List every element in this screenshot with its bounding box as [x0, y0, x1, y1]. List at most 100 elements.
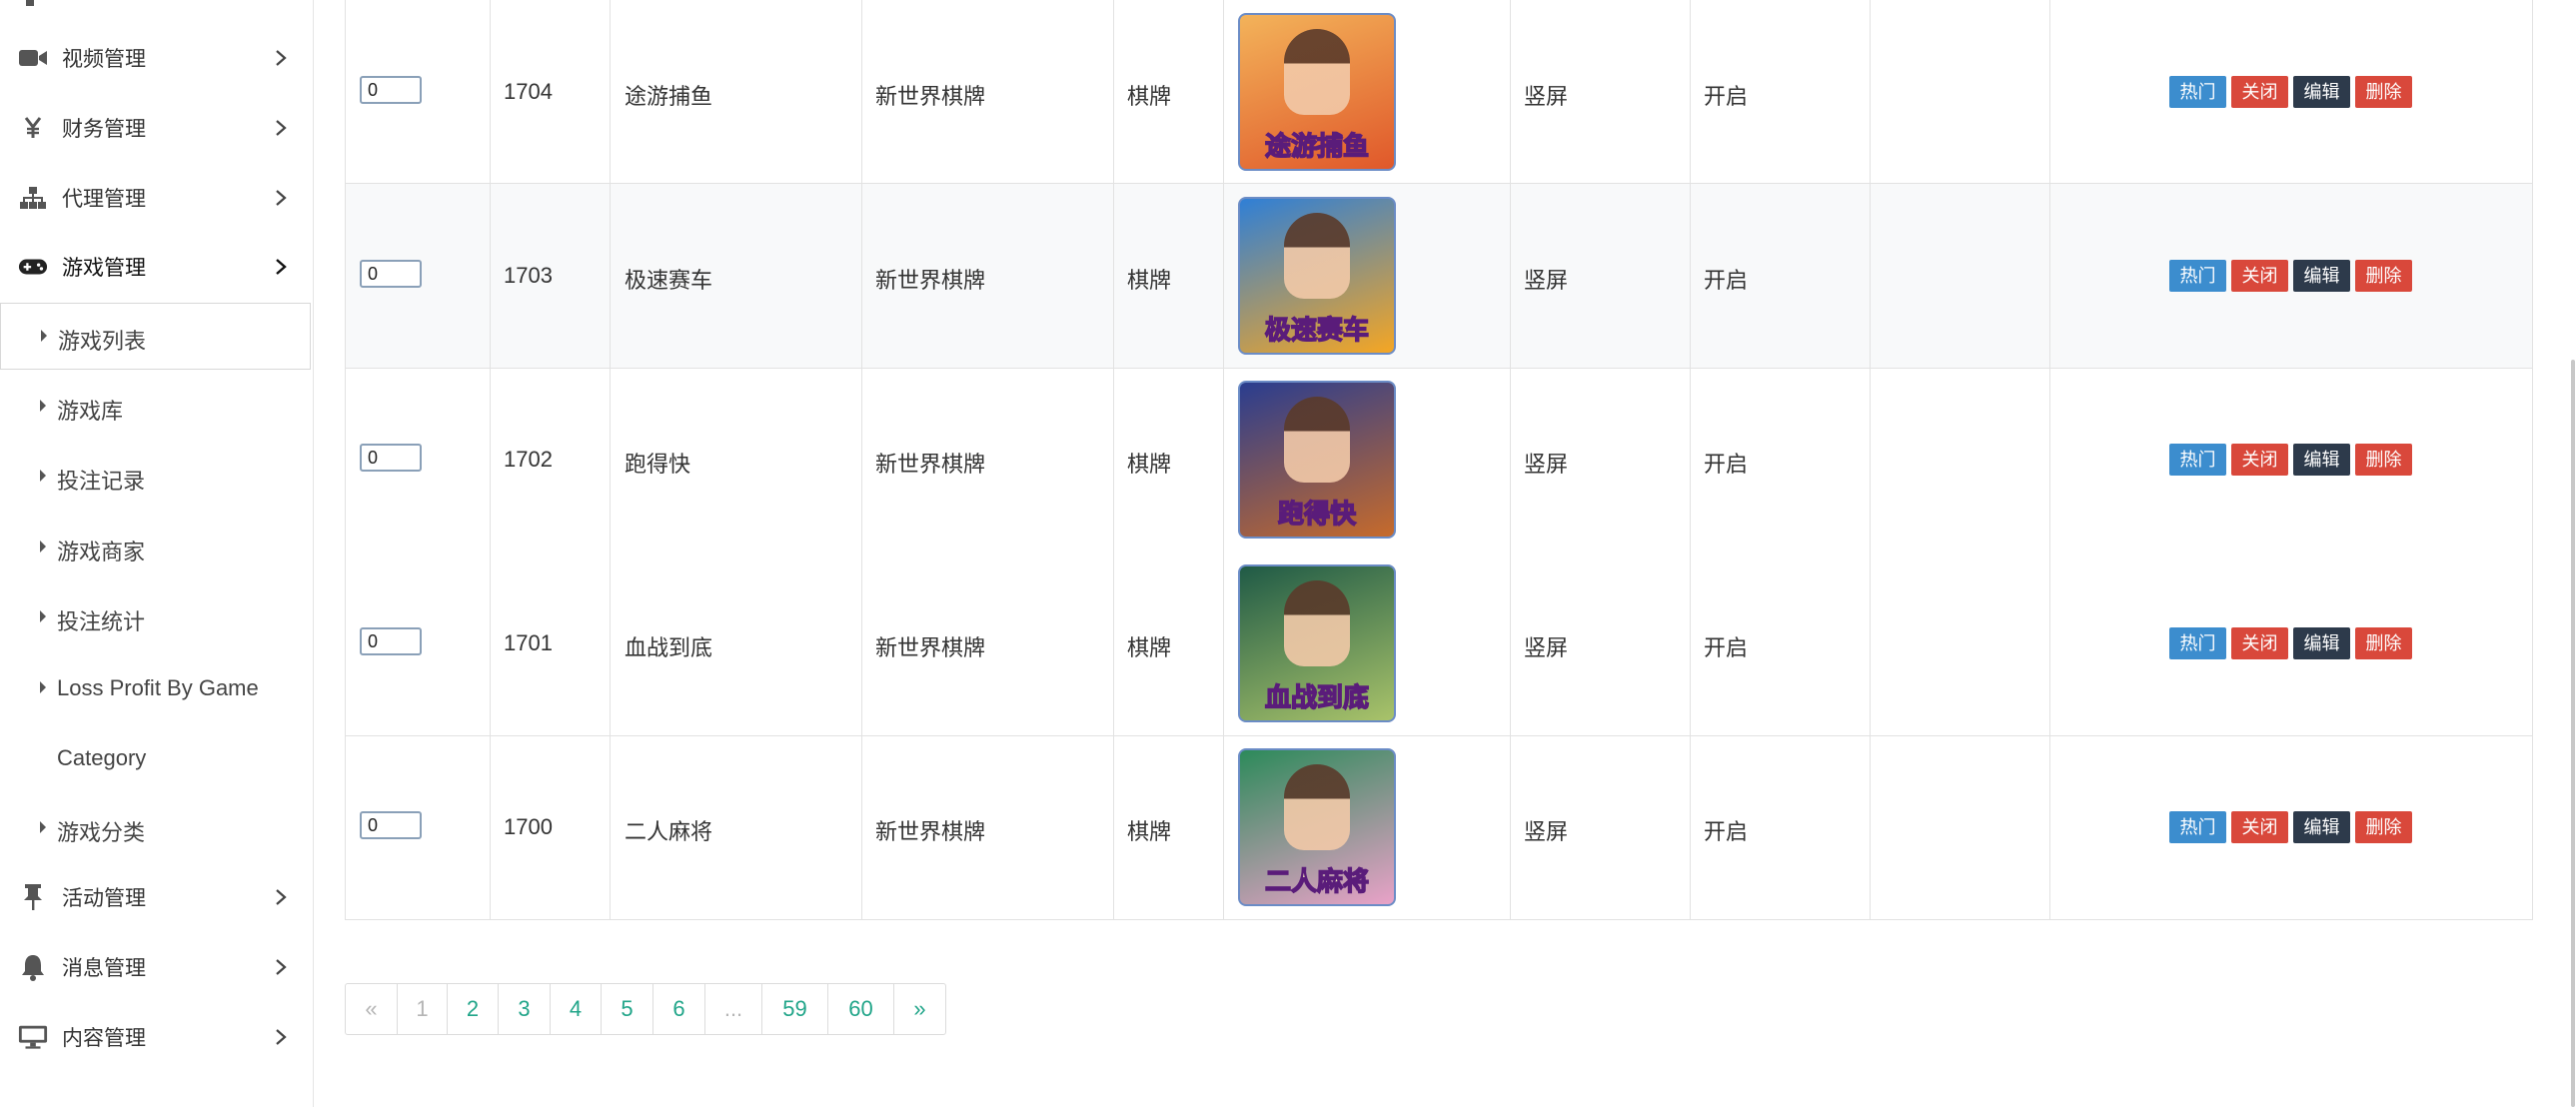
table-divider	[1510, 0, 1511, 920]
pagination-prev[interactable]: «	[346, 984, 398, 1034]
pagination-page[interactable]: 2	[448, 984, 499, 1034]
game-name: 血战到底	[625, 635, 713, 660]
caret-right-icon	[40, 470, 46, 482]
delete-button[interactable]: 删除	[2355, 811, 2412, 843]
delete-button[interactable]: 删除	[2355, 260, 2412, 292]
scrollbar-thumb[interactable]	[2571, 360, 2575, 1107]
game-vendor: 新世界棋牌	[875, 268, 986, 293]
screen-orientation: 竖屏	[1524, 452, 1569, 477]
table-divider	[610, 0, 611, 920]
pagination-next[interactable]: »	[894, 984, 945, 1034]
submenu-game-library[interactable]: 游戏库	[0, 380, 313, 436]
game-vendor: 新世界棋牌	[875, 819, 986, 844]
sidebar-item-content[interactable]: 内容管理	[0, 1009, 313, 1065]
hot-button[interactable]: 热门	[2169, 444, 2226, 476]
chevron-right-icon	[270, 256, 292, 278]
yen-icon	[18, 113, 48, 143]
submenu-loss-profit[interactable]: Loss Profit By Game Category	[0, 661, 313, 781]
caret-right-icon	[40, 541, 46, 553]
sidebar-item-label: 视频管理	[62, 48, 146, 71]
game-id: 1704	[504, 79, 553, 104]
game-type: 棋牌	[1127, 452, 1172, 477]
game-thumbnail: 途游捕鱼	[1238, 13, 1396, 171]
sort-order-input[interactable]	[360, 76, 422, 104]
pagination-page[interactable]: 5	[602, 984, 653, 1034]
pagination-page[interactable]: 1	[398, 984, 448, 1034]
close-button[interactable]: 关闭	[2231, 444, 2288, 476]
desktop-icon	[18, 1022, 48, 1052]
pagination-page[interactable]: 6	[653, 984, 705, 1034]
pagination-page[interactable]: 3	[499, 984, 551, 1034]
delete-button[interactable]: 删除	[2355, 76, 2412, 108]
close-button[interactable]: 关闭	[2231, 627, 2288, 659]
game-type: 棋牌	[1127, 84, 1172, 109]
edit-button[interactable]: 编辑	[2293, 811, 2350, 843]
hot-button[interactable]: 热门	[2169, 76, 2226, 108]
sidebar-item-video[interactable]: 视频管理	[0, 30, 313, 86]
screen-orientation: 竖屏	[1524, 635, 1569, 660]
pagination-page[interactable]: 60	[828, 984, 894, 1034]
sidebar-item-games[interactable]: 游戏管理	[0, 239, 313, 295]
submenu-bet-stats[interactable]: 投注统计	[0, 590, 313, 646]
pagination-page[interactable]: 4	[551, 984, 602, 1034]
submenu-label: 游戏库	[57, 399, 124, 424]
game-type: 棋牌	[1127, 635, 1172, 660]
screen-orientation: 竖屏	[1524, 819, 1569, 844]
game-status: 开启	[1704, 819, 1749, 844]
close-button[interactable]: 关闭	[2231, 260, 2288, 292]
chevron-right-icon	[270, 117, 292, 139]
submenu-label: 游戏商家	[57, 540, 146, 564]
delete-button[interactable]: 删除	[2355, 627, 2412, 659]
sidebar-item-activities[interactable]: 活动管理	[0, 869, 313, 925]
edit-button[interactable]: 编辑	[2293, 444, 2350, 476]
sitemap-icon	[18, 183, 48, 213]
sidebar-item-label: 游戏管理	[62, 257, 146, 280]
hot-button[interactable]: 热门	[2169, 627, 2226, 659]
game-status: 开启	[1704, 452, 1749, 477]
thumbnail-title: 极速赛车	[1264, 314, 1370, 346]
table-divider	[861, 0, 862, 920]
sort-order-input[interactable]	[360, 260, 422, 288]
submenu-bet-records[interactable]: 投注记录	[0, 450, 313, 506]
hot-button[interactable]: 热门	[2169, 260, 2226, 292]
submenu-game-list[interactable]: 游戏列表	[0, 303, 311, 370]
game-thumbnail: 二人麻将	[1238, 748, 1396, 906]
screen-orientation: 竖屏	[1524, 268, 1569, 293]
submenu-game-vendors[interactable]: 游戏商家	[0, 521, 313, 576]
caret-right-icon	[40, 400, 46, 412]
pagination-page[interactable]: 59	[762, 984, 828, 1034]
sort-order-input[interactable]	[360, 811, 422, 839]
sidebar-item-finance[interactable]: 财务管理	[0, 100, 313, 156]
sort-order-input[interactable]	[360, 627, 422, 655]
sidebar-item-label: 内容管理	[62, 1027, 146, 1050]
game-name: 二人麻将	[625, 819, 713, 844]
sidebar-item-agent[interactable]: 代理管理	[0, 170, 313, 226]
sidebar-item-label: 代理管理	[62, 188, 146, 211]
game-name: 跑得快	[625, 452, 691, 477]
sidebar-item-label: 财务管理	[62, 118, 146, 141]
thumbnail-figure	[1284, 580, 1350, 666]
submenu-label: 游戏列表	[58, 329, 147, 354]
sort-order-input[interactable]	[360, 444, 422, 472]
chevron-right-icon	[270, 187, 292, 209]
game-type: 棋牌	[1127, 268, 1172, 293]
game-vendor: 新世界棋牌	[875, 84, 986, 109]
close-button[interactable]: 关闭	[2231, 76, 2288, 108]
submenu-game-category[interactable]: 游戏分类	[0, 801, 313, 857]
edit-button[interactable]: 编辑	[2293, 627, 2350, 659]
caret-right-icon	[41, 330, 47, 342]
game-status: 开启	[1704, 268, 1749, 293]
sidebar-item-messages[interactable]: 消息管理	[0, 939, 313, 995]
thumbnail-title: 血战到底	[1264, 681, 1370, 713]
table-divider	[1223, 0, 1224, 920]
hot-button[interactable]: 热门	[2169, 811, 2226, 843]
edit-button[interactable]: 编辑	[2293, 260, 2350, 292]
game-id: 1702	[504, 447, 553, 472]
game-vendor: 新世界棋牌	[875, 452, 986, 477]
chevron-right-icon	[270, 47, 292, 69]
delete-button[interactable]: 删除	[2355, 444, 2412, 476]
edit-button[interactable]: 编辑	[2293, 76, 2350, 108]
table-divider	[1870, 0, 1871, 920]
chevron-right-icon	[270, 886, 292, 908]
close-button[interactable]: 关闭	[2231, 811, 2288, 843]
